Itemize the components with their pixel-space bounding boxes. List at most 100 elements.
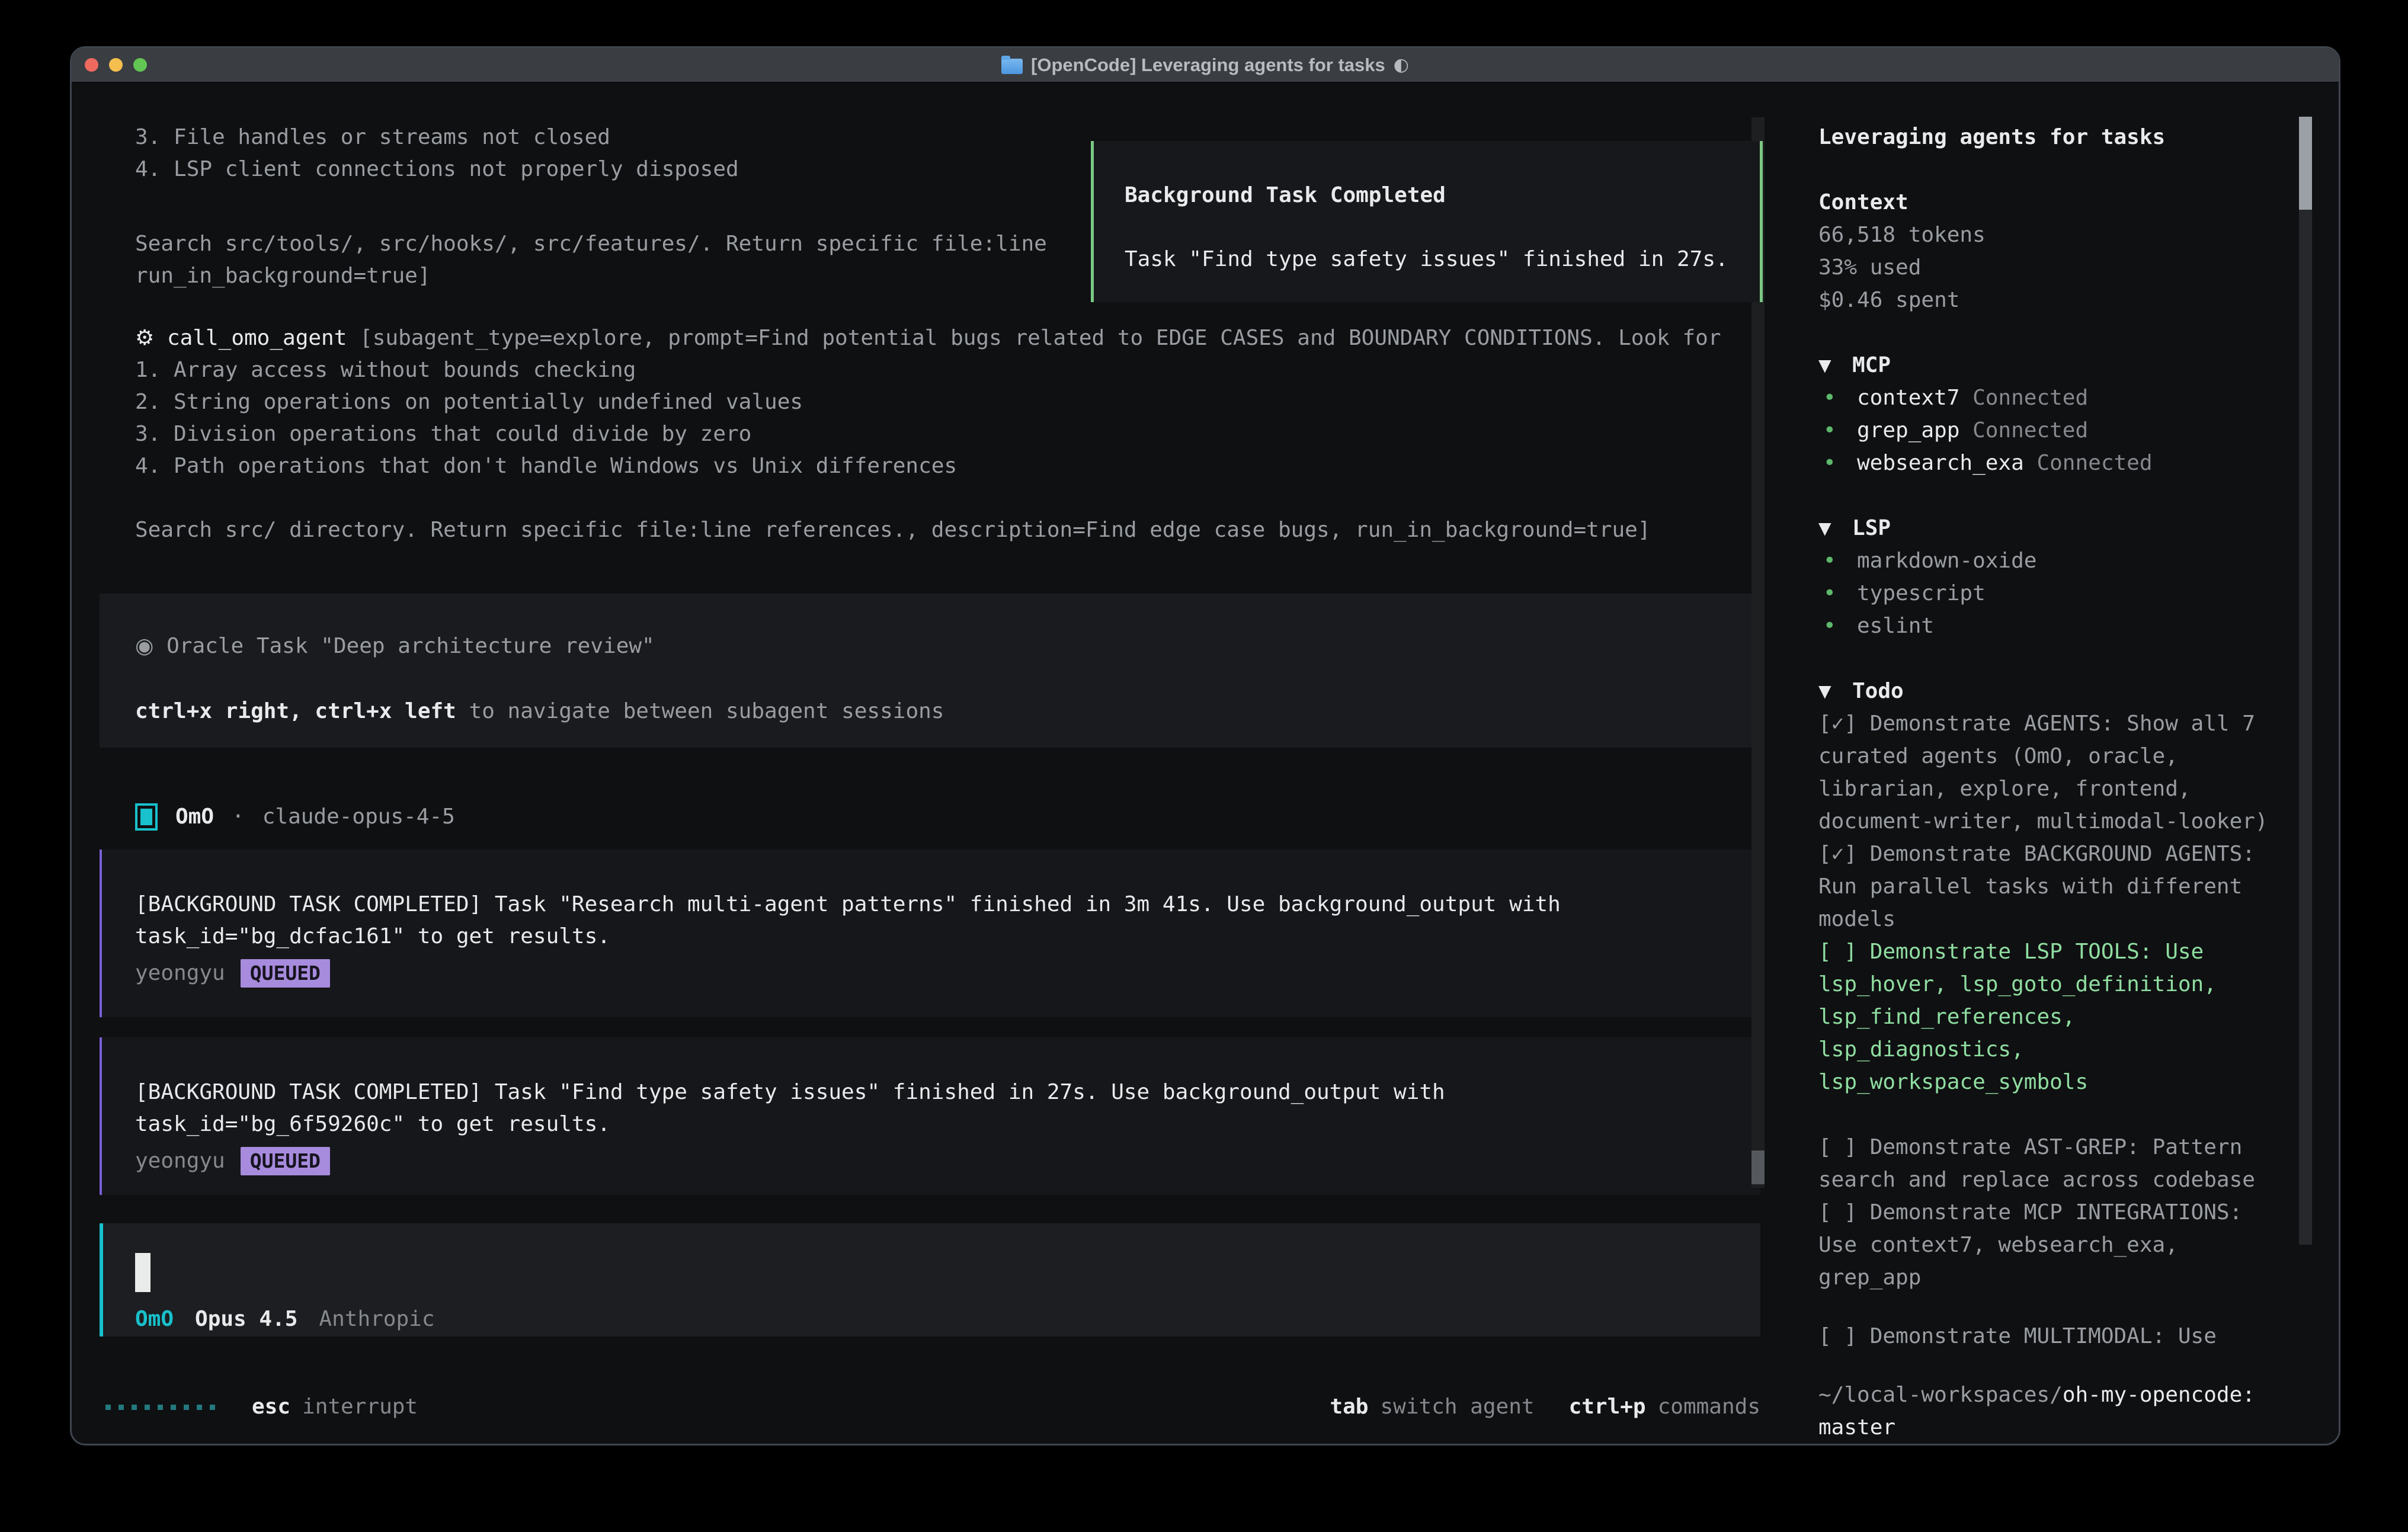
sidebar-scrollbar[interactable] [2299,117,2312,1245]
bullet-icon: • [1818,544,1857,577]
lsp-item: •typescript [1818,577,2292,610]
prompt-input[interactable]: OmO Opus 4.5 Anthropic [100,1223,1760,1337]
maximize-button[interactable] [133,58,147,72]
traffic-lights [85,48,147,82]
gear-icon: ⚙ [135,326,154,350]
oracle-task-line: ◉ Oracle Task "Deep architecture review" [135,630,1760,662]
agent-icon [135,803,158,831]
terminal-main[interactable]: 3. File handles or streams not closed 4.… [72,83,1813,1446]
terminal-line: 1. Array access without bounds checking [135,354,1747,386]
lsp-item: •markdown-oxide [1818,544,2292,577]
window-title: [OpenCode] Leveraging agents for tasks ◐ [1001,55,1409,76]
agent-name: OmO [175,801,214,833]
mcp-section-header[interactable]: ▼MCP [1818,349,2292,382]
chevron-down-icon: ▼ [1818,349,1852,382]
mcp-name: context7 [1857,386,1959,410]
bullet-icon: • [1818,610,1857,642]
context-heading: Context [1818,186,2292,219]
esc-key-hint: esc [252,1391,290,1423]
folder-icon [1001,59,1023,74]
bullet-icon: • [1818,447,1857,479]
todo-active-item: [ ] Demonstrate LSP TOOLS: Use lsp_hover… [1818,935,2292,1098]
active-model: Opus 4.5 [195,1306,297,1332]
context-used: 33% used [1818,251,2292,284]
notification-title: Background Task Completed [1125,182,1760,209]
half-circle-icon: ◐ [1394,55,1409,75]
tab-key-hint: tab [1330,1391,1368,1423]
task-message-line: [BACKGROUND TASK COMPLETED] Task "Resear… [135,889,1760,921]
bullet-icon: • [1818,414,1857,447]
mcp-item: •websearch_exa Connected [1818,447,2292,479]
background-task-message[interactable]: [BACKGROUND TASK COMPLETED] Task "Find t… [100,1037,1760,1195]
chevron-down-icon: ▼ [1818,512,1852,544]
tool-call-block: ⚙ call_omo_agent [subagent_type=explore,… [135,322,1747,546]
terminal-line [135,482,1747,514]
keybinding: ctrl+x right, ctrl+x left [135,699,456,723]
close-button[interactable] [85,58,98,72]
mcp-status: Connected [2036,451,2152,475]
record-icon: ◉ [135,634,153,658]
text-cursor [135,1253,150,1292]
bullet-icon: • [1818,577,1857,610]
mcp-status: Connected [1972,386,2088,410]
todo-pending-items: [ ] Demonstrate AST-GREP: Pattern search… [1818,1131,2292,1294]
context-tokens: 66,518 tokens [1818,219,2292,251]
opencode-window: [OpenCode] Leveraging agents for tasks ◐… [70,46,2340,1446]
lsp-item: •eslint [1818,610,2292,642]
task-message-line: [BACKGROUND TASK COMPLETED] Task "Find t… [135,1076,1760,1108]
sidebar: Leveraging agents for tasks Context 66,5… [1813,83,2340,1446]
tool-args: [subagent_type=explore, prompt=Find pote… [347,326,1721,350]
ctrlp-key-label: commands [1658,1391,1760,1423]
window-title-text: [OpenCode] Leveraging agents for tasks [1031,55,1385,76]
model-provider: Anthropic [319,1306,434,1332]
todo-section-header[interactable]: ▼Todo [1818,675,2292,707]
session-title: Leveraging agents for tasks [1818,121,2292,153]
workspace-path: ~/local-workspaces/oh-my-opencode: [1818,1379,2292,1411]
task-message-line: task_id="bg_dcfac161" to get results. [135,921,1760,953]
git-branch: master [1818,1411,2292,1444]
titlebar[interactable]: [OpenCode] Leveraging agents for tasks ◐ [72,48,2339,83]
separator-dot: · [232,801,245,833]
esc-key-label: interrupt [302,1391,418,1423]
todo-done-items: [✓] Demonstrate AGENTS: Show all 7 curat… [1818,707,2292,935]
desktop: [OpenCode] Leveraging agents for tasks ◐… [0,0,2408,1532]
chevron-down-icon: ▼ [1818,675,1852,707]
mcp-name: grep_app [1857,418,1959,443]
main-scrollbar-thumb[interactable] [1751,1150,1765,1184]
terminal-line: 2. String operations on potentially unde… [135,386,1747,418]
session-header[interactable]: OmO · claude-opus-4-5 [135,801,455,833]
terminal-line: 4. Path operations that don't handle Win… [135,450,1747,482]
status-badge: QUEUED [241,1147,330,1175]
window-content: 3. File handles or streams not closed 4.… [72,83,2339,1444]
background-task-message[interactable]: [BACKGROUND TASK COMPLETED] Task "Resear… [100,850,1760,1017]
repo-name: oh-my-opencode: [2063,1383,2255,1407]
oracle-hint-line: ctrl+x right, ctrl+x left to navigate be… [135,696,1760,727]
bullet-icon: • [1818,382,1857,414]
tool-call-line: ⚙ call_omo_agent [subagent_type=explore,… [135,322,1747,354]
lsp-section-header[interactable]: ▼LSP [1818,512,2292,544]
tool-name: call_omo_agent [167,326,347,350]
tab-key-label: switch agent [1380,1391,1534,1423]
task-user: yeongyu [135,957,225,989]
status-bar: esc interrupt tab switch agent ctrl+p co… [105,1391,1760,1423]
task-user: yeongyu [135,1145,225,1177]
mcp-status: Connected [1972,418,2088,443]
terminal-line: Search src/ directory. Return specific f… [135,514,1747,546]
model-name: claude-opus-4-5 [262,801,455,833]
background-task-notification: Background Task Completed Task "Find typ… [1091,141,1763,302]
input-meta-row: OmO Opus 4.5 Anthropic [135,1306,435,1332]
active-agent: OmO [135,1306,174,1332]
todo-pending-item: [ ] Demonstrate MULTIMODAL: Use [1818,1320,2292,1352]
status-badge: QUEUED [241,959,330,988]
ctrlp-key-hint: ctrl+p [1569,1391,1646,1423]
task-meta-row: yeongyu QUEUED [135,1145,1760,1177]
notification-body: Task "Find type safety issues" finished … [1125,246,1760,273]
terminal-line: 3. Division operations that could divide… [135,418,1747,450]
mcp-name: websearch_exa [1857,451,2024,475]
mcp-item: •grep_app Connected [1818,414,2292,447]
context-spent: $0.46 spent [1818,284,2292,316]
sidebar-scrollbar-thumb[interactable] [2299,117,2312,210]
oracle-task-panel[interactable]: ◉ Oracle Task "Deep architecture review"… [100,594,1760,748]
spinner-icon [105,1405,215,1410]
minimize-button[interactable] [109,58,123,72]
